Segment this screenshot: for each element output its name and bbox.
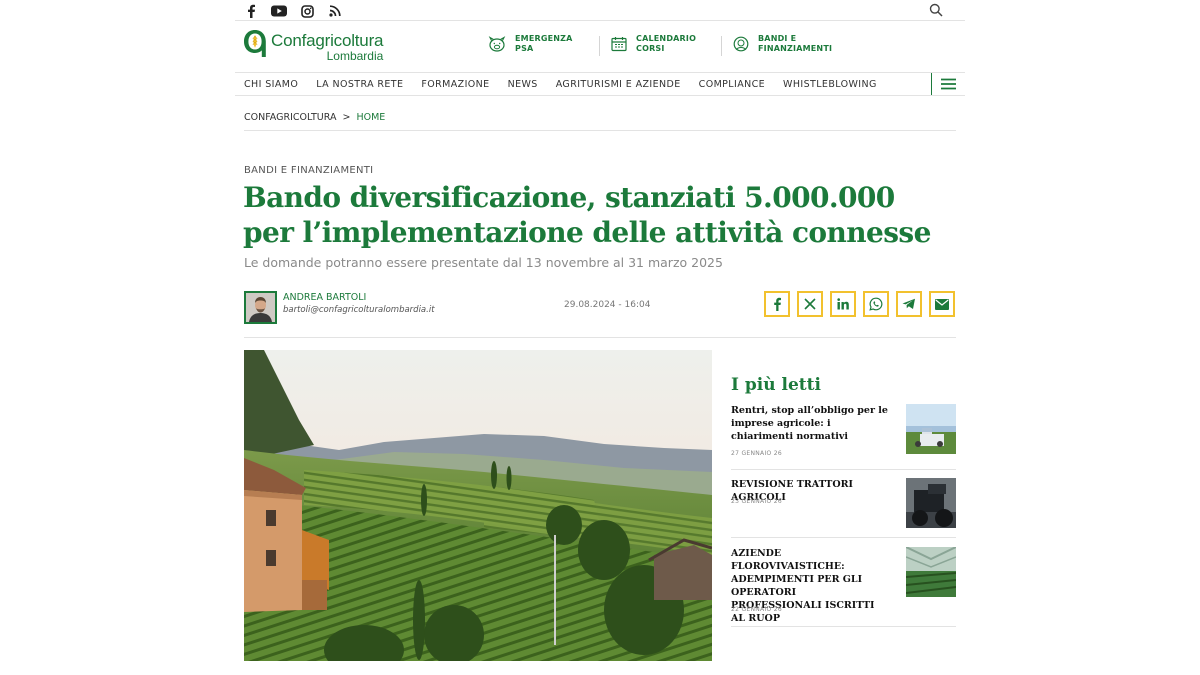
article-category[interactable]: BANDI E FINANZIAMENTI [244,165,373,176]
whatsapp-icon [869,297,883,311]
telegram-icon [902,298,915,309]
nav-item-formazione[interactable]: FORMAZIONE [421,79,489,90]
social-links [243,3,343,19]
breadcrumb-root[interactable]: CONFAGRICOLTURA [244,112,336,130]
calendar-icon [611,37,627,52]
author-email[interactable]: bartoli@confagricolturalombardia.it [283,305,435,315]
most-read-thumbnail[interactable] [906,478,956,528]
most-read-item-title[interactable]: AZIENDE FLOROVIVAISTICHE: ADEMPIMENTI PE… [731,547,889,625]
share-facebook-button[interactable] [764,291,790,317]
divider [599,36,600,56]
nav-item-compliance[interactable]: COMPLIANCE [699,79,765,90]
most-read-item[interactable]: Rentri, stop all’obbligo per le imprese … [731,404,956,470]
x-icon [804,298,816,310]
most-read-item-date: 27 GENNAIO 26 [731,450,782,457]
most-read-thumbnail[interactable] [906,547,956,597]
quick-link-bandi-finanziamenti[interactable]: BANDI E FINANZIAMENTI [732,34,832,54]
nav-item-agriturismi-e-aziende[interactable]: AGRITURISMI E AZIENDE [556,79,681,90]
quick-link-line1: CALENDARIO [636,34,697,43]
logo-name: Confagricoltura [271,31,384,50]
divider [721,36,722,56]
author-name[interactable]: ANDREA BARTOLI [283,292,435,303]
quick-link-line1: EMERGENZA [515,34,573,43]
pig-icon [488,36,506,52]
breadcrumb-current: HOME [356,112,386,123]
money-icon [733,36,749,52]
most-read-thumbnail[interactable] [906,404,956,454]
instagram-icon[interactable] [299,3,315,19]
breadcrumb: CONFAGRICOLTURA > HOME [244,112,956,131]
youtube-icon[interactable] [271,3,287,19]
quick-link-line2: FINANZIAMENTI [758,44,833,53]
article-title: Bando diversificazione, stanziati 5.000.… [243,181,931,249]
linkedin-icon [837,298,849,310]
divider [244,337,956,338]
share-buttons [764,291,955,317]
menu-button[interactable] [931,73,965,95]
quick-link-line2: CORSI [636,44,665,53]
most-read-item-title[interactable]: Rentri, stop all’obbligo per le imprese … [731,404,889,443]
share-whatsapp-button[interactable] [863,291,889,317]
nav-items: CHI SIAMO LA NOSTRA RETE FORMAZIONE NEWS… [244,73,877,95]
logo-region: Lombardia [326,49,384,63]
article-hero-image [244,350,712,661]
hamburger-icon [941,78,956,90]
logo-mark-icon [244,30,266,57]
facebook-icon [774,297,781,311]
most-read-item[interactable]: REVISIONE TRATTORI AGRICOLI 23 GENNAIO 2… [731,478,956,538]
breadcrumb-separator: > [342,112,351,123]
facebook-icon[interactable] [243,3,259,19]
site-header: Confagricoltura Lombardia EMERGENZA PSA … [235,22,965,72]
email-icon [935,298,949,310]
share-x-button[interactable] [797,291,823,317]
most-read-title: I più letti [731,375,821,395]
share-email-button[interactable] [929,291,955,317]
logo[interactable]: Confagricoltura Lombardia [243,28,383,62]
top-bar [235,0,965,21]
nav-item-news[interactable]: NEWS [508,79,538,90]
quick-link-line2: PSA [515,44,534,53]
quick-link-emergenza-psa[interactable]: EMERGENZA PSA [487,34,573,54]
nav-item-la-nostra-rete[interactable]: LA NOSTRA RETE [316,79,403,90]
nav-item-chi-siamo[interactable]: CHI SIAMO [244,79,298,90]
share-telegram-button[interactable] [896,291,922,317]
most-read-item-date: 22 GENNAIO 26 [731,606,782,613]
avatar[interactable] [244,291,277,324]
author-box: ANDREA BARTOLI bartoli@confagricolturalo… [244,291,435,324]
rss-icon[interactable] [327,3,343,19]
search-icon[interactable] [929,2,945,18]
most-read-item[interactable]: AZIENDE FLOROVIVAISTICHE: ADEMPIMENTI PE… [731,547,956,627]
quick-link-calendario-corsi[interactable]: CALENDARIO CORSI [610,34,696,54]
publish-date: 29.08.2024 - 16:04 [564,300,651,310]
quick-link-line1: BANDI E [758,34,797,43]
share-linkedin-button[interactable] [830,291,856,317]
article-subtitle: Le domande potranno essere presentate da… [244,255,723,270]
main-nav: CHI SIAMO LA NOSTRA RETE FORMAZIONE NEWS… [235,72,965,96]
nav-item-whistleblowing[interactable]: WHISTLEBLOWING [783,79,877,90]
most-read-item-date: 23 GENNAIO 26 [731,498,782,505]
